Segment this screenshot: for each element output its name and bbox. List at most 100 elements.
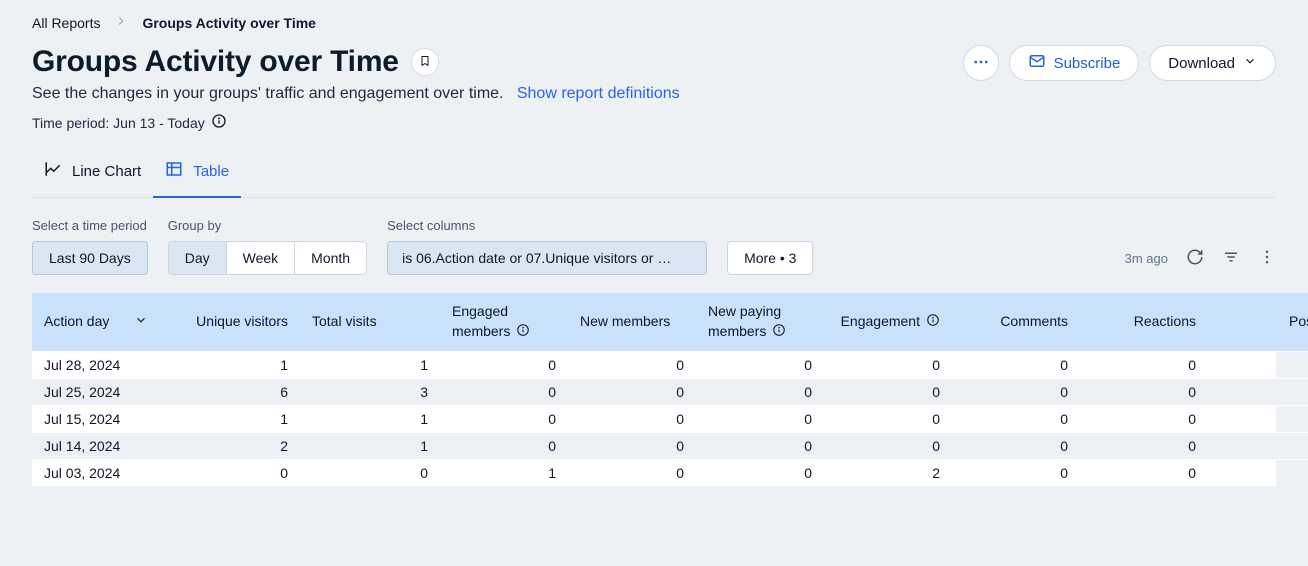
more-horizontal-icon (972, 53, 990, 74)
time-period-selector[interactable]: Last 90 Days (32, 241, 148, 275)
col-engaged-members[interactable]: Engaged members (440, 293, 568, 352)
tab-table[interactable]: Table (153, 160, 241, 198)
col-comments[interactable]: Comments (952, 293, 1080, 352)
table-row[interactable]: Jul 15, 2024110000000 (32, 406, 1308, 433)
cell-engaged_members: 0 (440, 379, 568, 406)
table-menu-button[interactable] (1258, 248, 1276, 269)
last-updated: 3m ago (1125, 251, 1168, 266)
col-unique-visitors[interactable]: Unique visitors (160, 293, 300, 352)
col-reactions[interactable]: Reactions (1080, 293, 1208, 352)
cell-engaged_members: 0 (440, 406, 568, 433)
info-icon[interactable] (926, 313, 940, 332)
col-action-day[interactable]: Action day (32, 293, 160, 352)
cell-reactions: 0 (1080, 352, 1208, 379)
cell-new_members: 0 (568, 379, 696, 406)
cell-new_paying_members: 0 (696, 406, 824, 433)
table-row[interactable]: Jul 14, 2024210000000 (32, 433, 1308, 460)
groupby-week[interactable]: Week (227, 242, 296, 274)
cell-action_day: Jul 25, 2024 (32, 379, 160, 406)
download-button[interactable]: Download (1149, 45, 1276, 81)
cell-unique_visitors: 1 (160, 352, 300, 379)
cell-engaged_members: 1 (440, 460, 568, 487)
cell-comments: 0 (952, 406, 1080, 433)
more-filters-button[interactable]: More • 3 (727, 241, 813, 275)
info-icon[interactable] (211, 113, 227, 132)
cell-new_members: 0 (568, 352, 696, 379)
chevron-down-icon (1243, 54, 1257, 72)
groupby-label: Group by (168, 218, 367, 233)
refresh-icon (1186, 248, 1204, 269)
cell-unique_visitors: 0 (160, 460, 300, 487)
table-row[interactable]: Jul 25, 2024630000000 (32, 379, 1308, 406)
time-period: Time period: Jun 13 - Today (32, 113, 1276, 132)
col-posts[interactable]: Posts (1208, 293, 1308, 352)
table-row[interactable]: Jul 03, 2024001002002 (32, 460, 1308, 487)
cell-comments: 0 (952, 433, 1080, 460)
cell-reactions: 0 (1080, 433, 1208, 460)
cell-unique_visitors: 6 (160, 379, 300, 406)
chevron-right-icon (114, 14, 128, 31)
tab-table-label: Table (193, 163, 229, 180)
cell-posts: 0 (1208, 433, 1308, 460)
cell-new_paying_members: 0 (696, 352, 824, 379)
cell-posts: 2 (1208, 460, 1308, 487)
cell-posts: 0 (1208, 352, 1308, 379)
col-new-paying-members[interactable]: New paying members (696, 293, 824, 352)
cell-engagement: 2 (824, 460, 952, 487)
cell-new_paying_members: 0 (696, 460, 824, 487)
filter-icon (1222, 248, 1240, 269)
cell-comments: 0 (952, 352, 1080, 379)
cell-unique_visitors: 2 (160, 433, 300, 460)
breadcrumb-current: Groups Activity over Time (142, 15, 316, 31)
cell-engagement: 0 (824, 352, 952, 379)
bookmark-icon (419, 54, 431, 71)
table-row[interactable]: Jul 28, 2024110000000 (32, 352, 1308, 379)
breadcrumb: All Reports Groups Activity over Time (32, 14, 1276, 31)
subscribe-button[interactable]: Subscribe (1009, 45, 1140, 81)
cell-reactions: 0 (1080, 460, 1208, 487)
page-title: Groups Activity over Time (32, 45, 399, 79)
table-header-row: Action day Unique visitors Total visits … (32, 293, 1308, 352)
cell-engaged_members: 0 (440, 433, 568, 460)
cell-posts: 0 (1208, 406, 1308, 433)
subscribe-label: Subscribe (1054, 55, 1121, 72)
cell-new_members: 0 (568, 406, 696, 433)
info-icon[interactable] (772, 323, 786, 342)
cell-reactions: 0 (1080, 379, 1208, 406)
cell-engagement: 0 (824, 406, 952, 433)
refresh-button[interactable] (1186, 248, 1204, 269)
view-tabs: Line Chart Table (32, 160, 1276, 198)
table-icon (165, 160, 183, 182)
line-chart-icon (44, 160, 62, 182)
groupby-segment: Day Week Month (168, 241, 367, 275)
columns-selector[interactable]: is 06.Action date or 07.Unique visitors … (387, 241, 707, 275)
cell-total_visits: 1 (300, 406, 440, 433)
col-new-members[interactable]: New members (568, 293, 696, 352)
col-total-visits[interactable]: Total visits (300, 293, 440, 352)
cell-engagement: 0 (824, 433, 952, 460)
more-actions-button[interactable] (963, 45, 999, 81)
groupby-month[interactable]: Month (295, 242, 366, 274)
bookmark-button[interactable] (411, 48, 439, 76)
cell-action_day: Jul 03, 2024 (32, 460, 160, 487)
cell-action_day: Jul 15, 2024 (32, 406, 160, 433)
tab-line-chart-label: Line Chart (72, 163, 141, 180)
tab-line-chart[interactable]: Line Chart (32, 160, 153, 198)
cell-comments: 0 (952, 460, 1080, 487)
info-icon[interactable] (516, 323, 530, 342)
cell-total_visits: 1 (300, 433, 440, 460)
report-definitions-link[interactable]: Show report definitions (517, 85, 680, 102)
cell-comments: 0 (952, 379, 1080, 406)
breadcrumb-root[interactable]: All Reports (32, 15, 100, 31)
filter-button[interactable] (1222, 248, 1240, 269)
cell-action_day: Jul 14, 2024 (32, 433, 160, 460)
cell-reactions: 0 (1080, 406, 1208, 433)
groupby-day[interactable]: Day (169, 242, 227, 274)
more-vertical-icon (1258, 248, 1276, 269)
cell-new_paying_members: 0 (696, 379, 824, 406)
cell-total_visits: 0 (300, 460, 440, 487)
cell-unique_visitors: 1 (160, 406, 300, 433)
cell-new_members: 0 (568, 433, 696, 460)
cell-total_visits: 3 (300, 379, 440, 406)
col-engagement[interactable]: Engagement (824, 293, 952, 352)
